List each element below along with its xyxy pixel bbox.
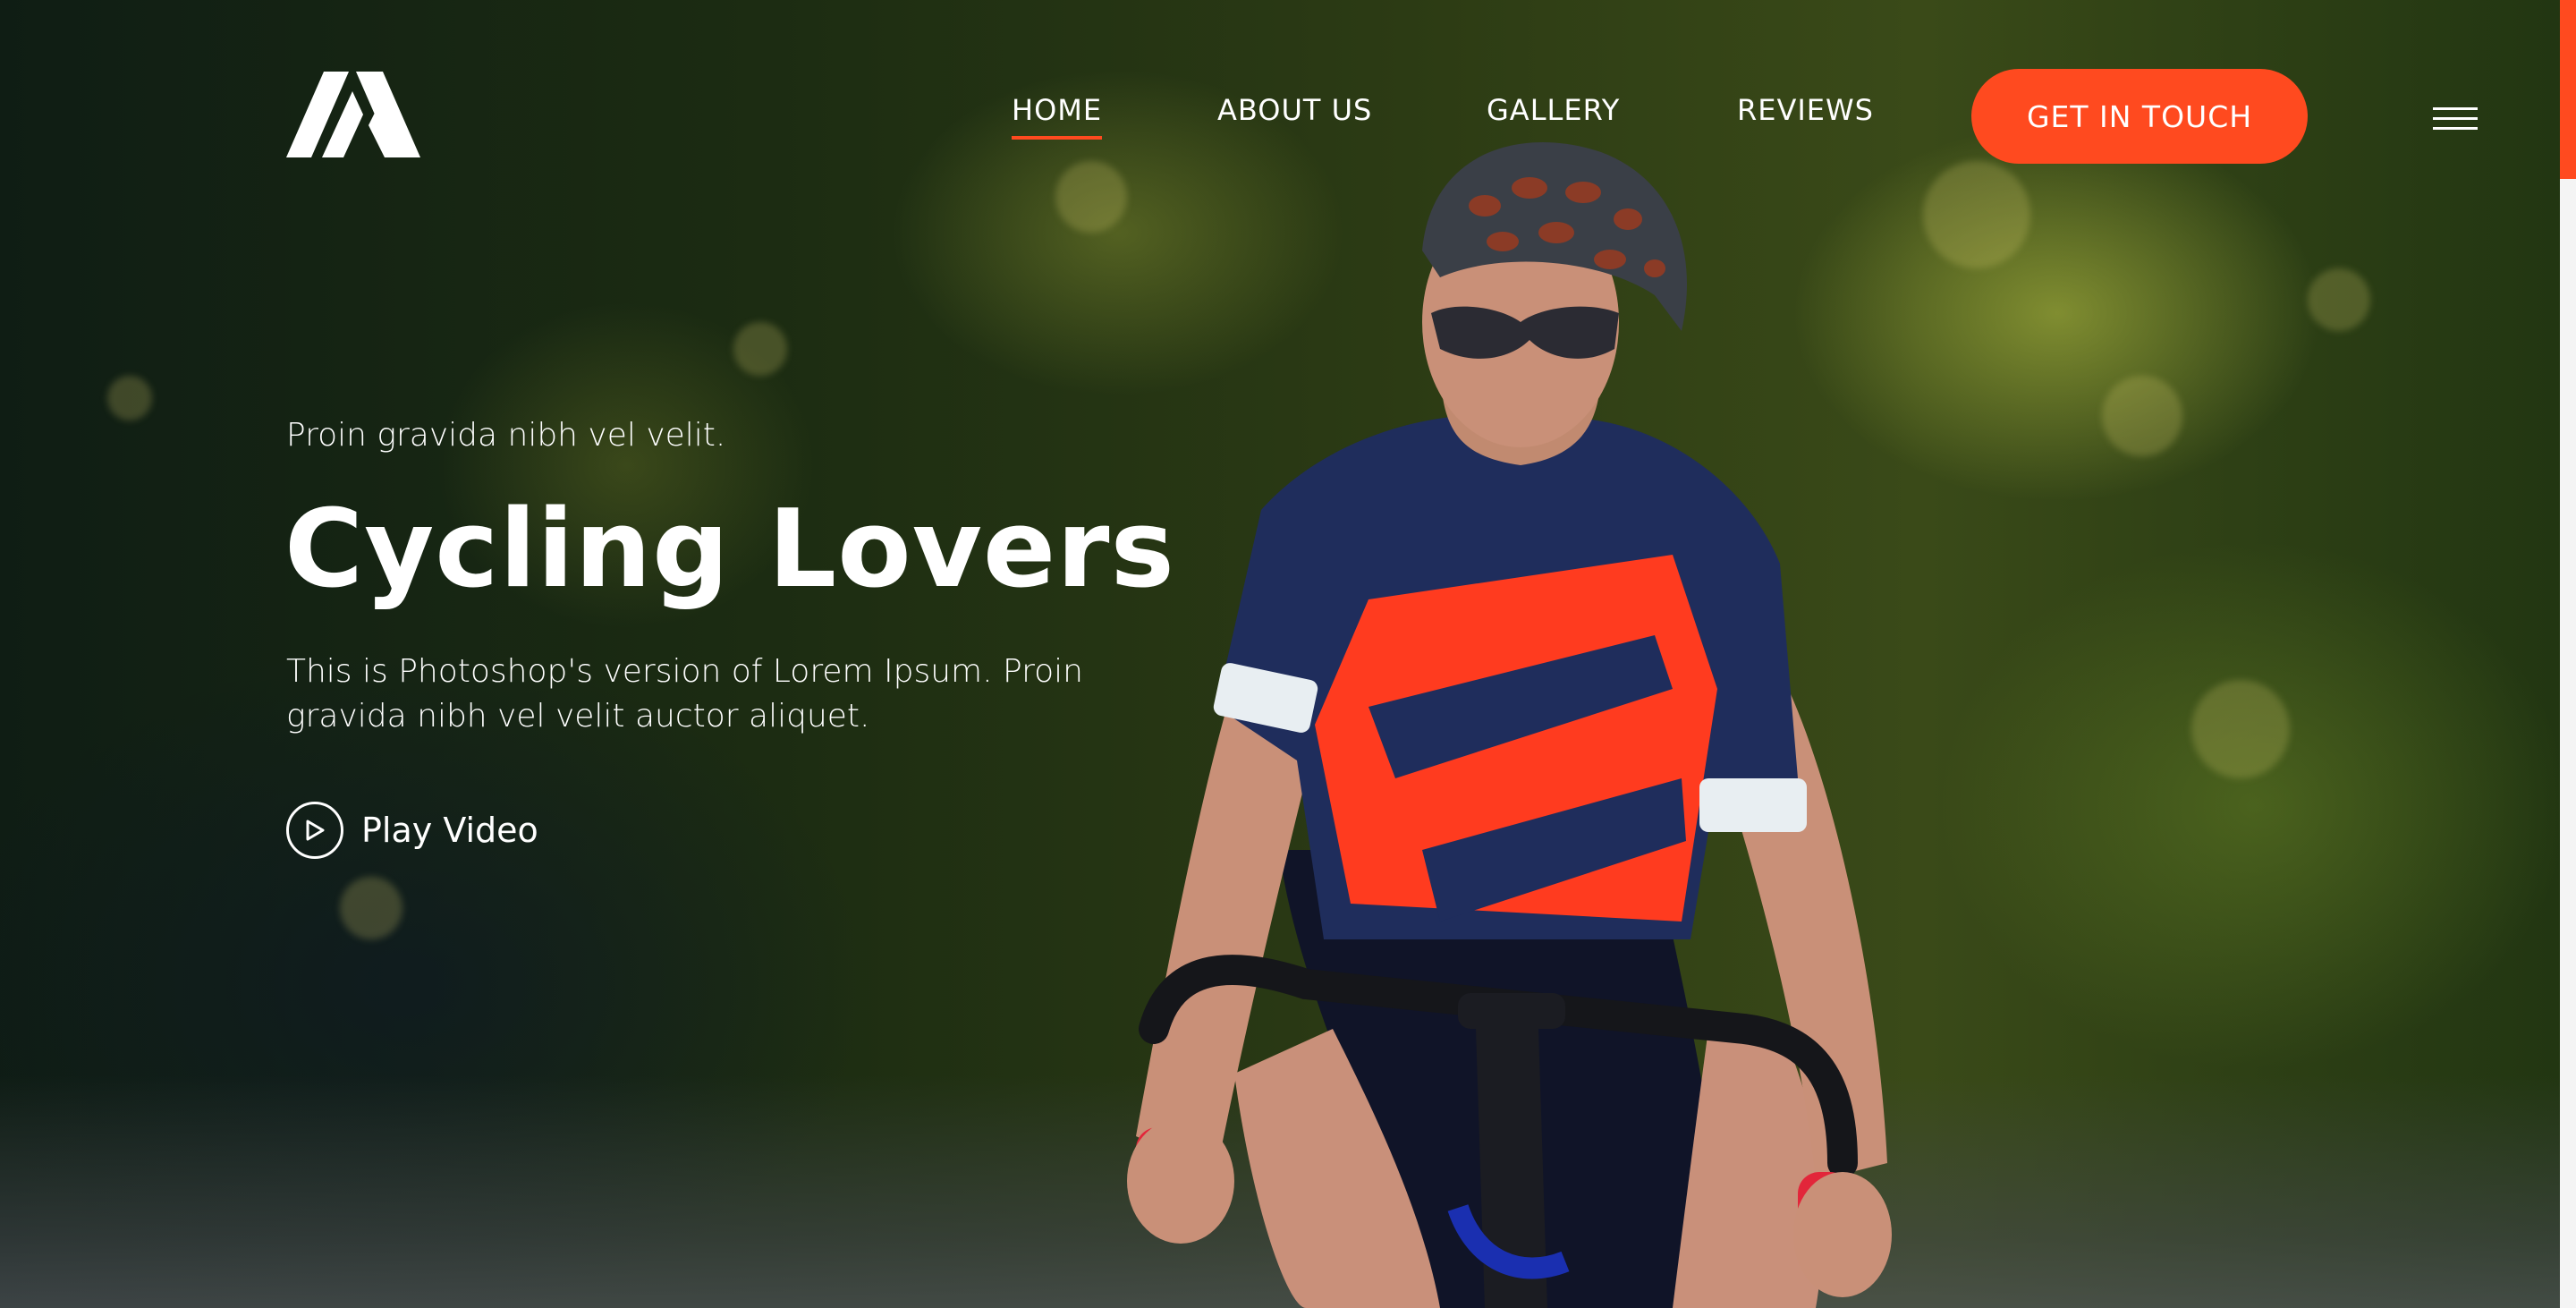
play-video-label: Play Video (361, 811, 538, 850)
cyclist-image (1127, 142, 1892, 1308)
nav-gallery[interactable]: GALLERY (1487, 93, 1620, 127)
mountain-logo-icon[interactable] (286, 72, 420, 157)
nav-reviews[interactable]: REVIEWS (1737, 93, 1874, 127)
hamburger-menu-icon[interactable] (2433, 107, 2478, 134)
scrollbar-track[interactable] (2560, 179, 2576, 1308)
nav-home[interactable]: HOME (1012, 93, 1103, 140)
hero-kicker: Proin gravida nibh vel velit. (286, 417, 726, 454)
hero-title: Cycling Lovers (284, 488, 1175, 612)
play-icon[interactable] (286, 802, 343, 859)
nav-about-us[interactable]: ABOUT US (1217, 93, 1372, 127)
scrollbar-thumb[interactable] (2560, 0, 2576, 179)
get-in-touch-button[interactable]: GET IN TOUCH (1971, 69, 2308, 164)
play-video-button[interactable]: Play Video (286, 802, 538, 859)
hero-description: This is Photoshop's version of Lorem Ips… (286, 653, 1083, 735)
